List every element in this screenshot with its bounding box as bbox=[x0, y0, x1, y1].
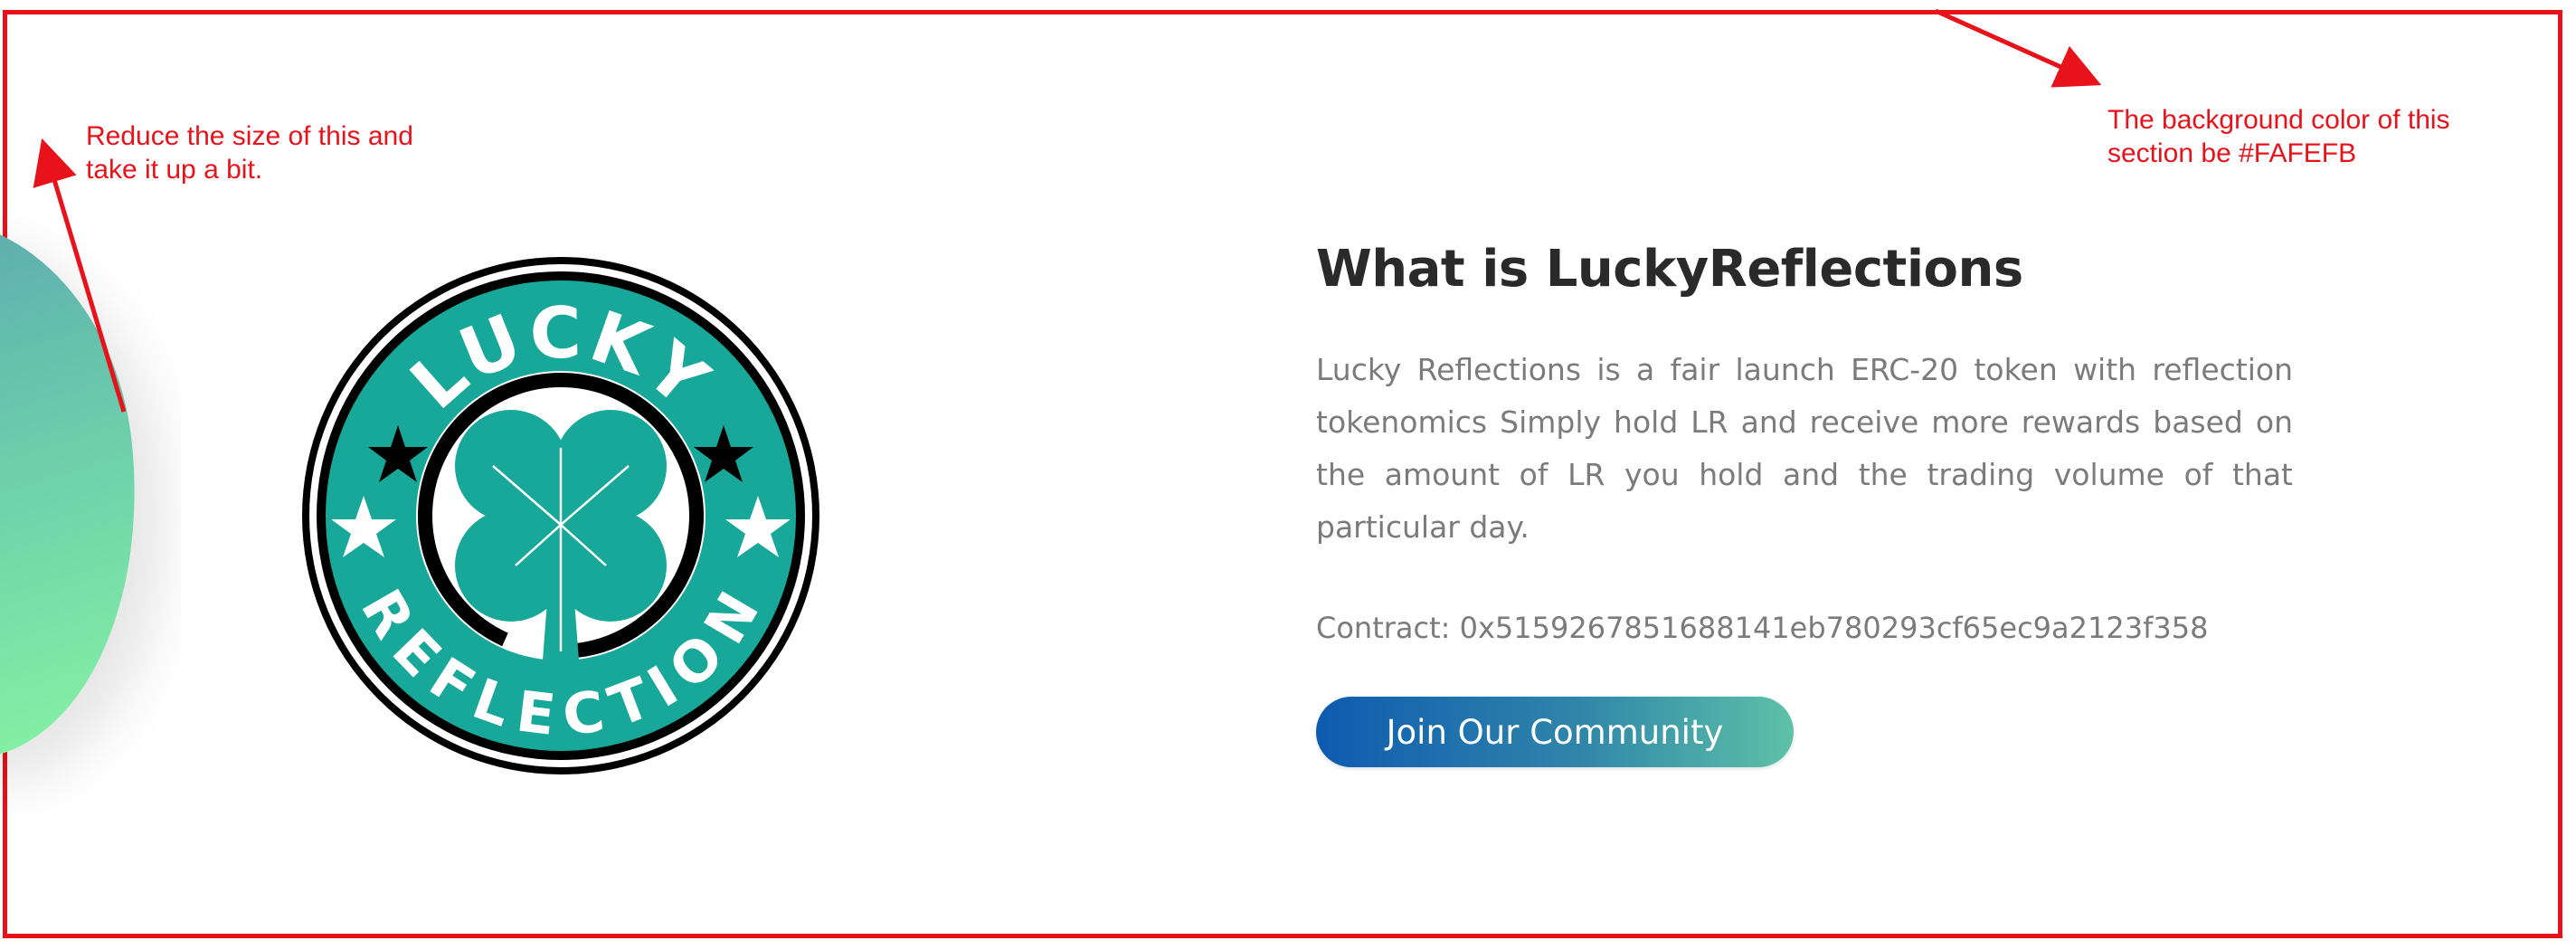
decorative-blob-container bbox=[0, 181, 181, 814]
annotation-note-right: The background color of this section be … bbox=[2107, 105, 2450, 168]
annotation-note-left: Reduce the size of this and take it up a… bbox=[86, 121, 413, 185]
lucky-reflection-logo: LUCKY REFLECTION bbox=[302, 257, 819, 774]
section-description: Lucky Reflections is a fair launch ERC-2… bbox=[1316, 352, 2293, 545]
gradient-blob-shape bbox=[0, 199, 164, 778]
about-section-content: What is LuckyReflections Lucky Reflectio… bbox=[1316, 233, 2293, 767]
join-community-button[interactable]: Join Our Community bbox=[1316, 697, 1794, 767]
contract-address: Contract: 0x5159267851688141eb780293cf65… bbox=[1316, 611, 2209, 645]
section-heading: What is LuckyReflections bbox=[1316, 240, 2023, 299]
